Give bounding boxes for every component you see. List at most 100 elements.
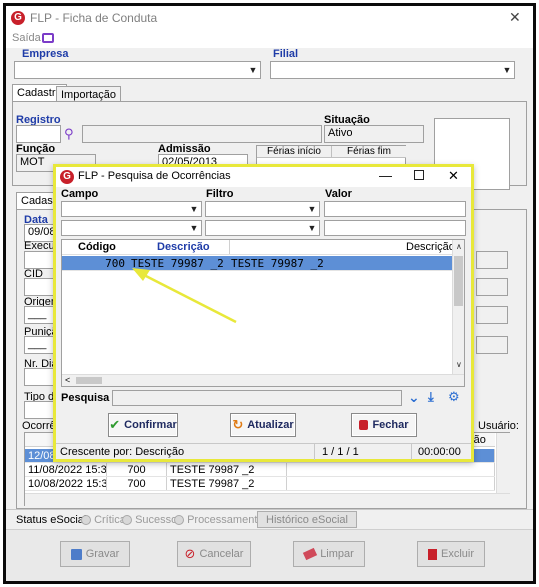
cancel-icon: ⊘ <box>184 546 196 561</box>
dialog-status-bar: Crescente por: Descrição 1 / 1 / 1 00:00… <box>56 443 471 460</box>
valor-label: Valor <box>325 188 352 200</box>
cancelar-button[interactable]: ⊘ Cancelar <box>177 541 251 567</box>
search-icon[interactable]: ⚲ <box>64 126 74 142</box>
time-status: 00:00:00 <box>418 446 461 458</box>
results-vscrollbar[interactable]: ∧ ∨ <box>452 240 464 374</box>
cell-descricao: TESTE 79987 _2 <box>167 463 287 476</box>
lock-icon <box>359 420 369 430</box>
window-title: FLP - Ficha de Conduta <box>30 11 158 25</box>
filial-select[interactable]: ▼ <box>270 61 515 79</box>
cell-descricao: TESTE 79987 _2 <box>131 257 224 270</box>
chevron-down-icon: ▼ <box>305 221 319 235</box>
excluir-button[interactable]: Excluir <box>417 541 485 567</box>
status-esocial-bar: Status eSocial: Crítica Sucesso Processa… <box>6 509 533 529</box>
column-divider <box>229 240 230 254</box>
maximize-icon[interactable] <box>414 170 424 180</box>
radio-processamento[interactable]: Processamento <box>174 514 264 526</box>
chevron-up-icon[interactable]: ∧ <box>456 242 462 251</box>
radio-critica[interactable]: Crítica <box>81 514 126 526</box>
grid-scrollbar[interactable] <box>496 433 510 493</box>
right-input-2 <box>476 278 508 296</box>
descricao-header[interactable]: Descrição <box>157 241 210 253</box>
cell-descricao2: TESTE 79987 _2 <box>231 257 324 270</box>
codigo-header[interactable]: Código <box>78 241 116 253</box>
monitor-icon[interactable] <box>42 33 54 43</box>
results-body: 700 TESTE 79987 _2 TESTE 79987 _2 <box>62 256 452 271</box>
pesquisa-ocorrencias-dialog: G FLP - Pesquisa de Ocorrências — ✕ Camp… <box>53 164 474 462</box>
filtro-select-1[interactable]: ▼ <box>205 201 320 217</box>
status-esocial-label: Status eSocial: <box>16 514 90 526</box>
cell-datetime: 10/08/2022 15:35: <box>25 477 107 490</box>
results-hscrollbar[interactable]: < <box>62 374 464 386</box>
check-icon: ✔ <box>109 417 121 432</box>
chevron-left-icon[interactable]: < <box>65 375 70 385</box>
results-grid: Código Descrição Descrição 700 TESTE 7998… <box>61 239 465 387</box>
settings-gear-icon[interactable]: ⚙ <box>448 389 460 405</box>
cell-codigo: 700 <box>107 477 167 490</box>
page-status: 1 / 1 / 1 <box>322 446 359 458</box>
cell-codigo: 700 <box>107 463 167 476</box>
scroll-thumb[interactable] <box>454 256 463 306</box>
fechar-button[interactable]: Fechar <box>351 413 417 437</box>
cell-descricao: TESTE 79987 _2 <box>167 477 287 490</box>
pesquisa-input[interactable] <box>112 390 402 406</box>
ferias-fim-header: Férias fim <box>332 146 406 158</box>
cell-datetime: 11/08/2022 15:35: <box>25 463 107 476</box>
dialog-title: FLP - Pesquisa de Ocorrências <box>78 170 231 182</box>
close-icon[interactable]: ✕ <box>509 9 521 26</box>
menu-bar: Saída <box>6 30 533 48</box>
valor-input-2[interactable] <box>324 220 466 236</box>
radio-sucesso[interactable]: Sucesso <box>122 514 177 526</box>
table-row[interactable]: 10/08/2022 15:35:700TESTE 79987 _2 <box>25 477 495 491</box>
last-record-icon[interactable]: ⤓ <box>428 389 434 405</box>
chevron-down-icon: ▼ <box>187 221 201 235</box>
grid-hscrollbar[interactable] <box>25 493 510 506</box>
right-input-3 <box>476 306 508 324</box>
hscroll-thumb[interactable] <box>76 377 102 384</box>
atualizar-button[interactable]: ↻ Atualizar <box>230 413 296 437</box>
right-input-1 <box>476 251 508 269</box>
status-divider <box>411 444 412 460</box>
chevron-down-icon: ▼ <box>187 202 201 216</box>
sort-status: Crescente por: Descrição <box>60 446 185 458</box>
ferias-inicio-header: Férias início <box>257 146 332 158</box>
results-header: Código Descrição Descrição <box>62 240 455 255</box>
right-input-4 <box>476 336 508 354</box>
confirmar-button[interactable]: ✔ Confirmar <box>108 413 178 437</box>
cell-empty <box>287 477 495 490</box>
valor-input-1[interactable] <box>324 201 466 217</box>
refresh-icon: ↻ <box>232 417 244 432</box>
chevron-down-icon[interactable]: ∨ <box>456 360 462 369</box>
cell-empty <box>287 463 495 476</box>
campo-select-1[interactable]: ▼ <box>61 201 202 217</box>
save-icon <box>70 548 82 560</box>
empresa-label: Empresa <box>22 48 69 60</box>
menu-saida[interactable]: Saída <box>12 32 41 44</box>
minimize-icon[interactable]: — <box>379 168 392 183</box>
empresa-select[interactable]: ▼ <box>14 61 261 79</box>
historico-esocial-button[interactable]: Histórico eSocial <box>257 511 357 528</box>
filtro-select-2[interactable]: ▼ <box>205 220 320 236</box>
campo-label: Campo <box>61 188 99 200</box>
chevron-down-icon: ▼ <box>305 202 319 216</box>
campo-select-2[interactable]: ▼ <box>61 220 202 236</box>
filtro-label: Filtro <box>206 188 234 200</box>
dialog-title-bar: G FLP - Pesquisa de Ocorrências — ✕ <box>56 167 471 187</box>
app-logo-icon: G <box>11 11 25 25</box>
result-row[interactable]: 700 TESTE 79987 _2 TESTE 79987 _2 <box>62 256 452 271</box>
double-chevron-down-icon[interactable]: ⌄ <box>408 389 420 406</box>
registro-input[interactable] <box>16 125 61 143</box>
filial-label: Filial <box>273 48 299 60</box>
usuario-label: Usuário: <box>478 420 519 432</box>
descricao2-header[interactable]: Descrição <box>406 241 455 253</box>
chevron-down-icon: ▼ <box>246 62 260 78</box>
close-icon[interactable]: ✕ <box>448 168 459 184</box>
limpar-button[interactable]: Limpar <box>293 541 365 567</box>
tab-importacao[interactable]: Importação <box>56 86 122 102</box>
pesquisa-label: Pesquisa <box>61 392 110 404</box>
table-row[interactable]: 11/08/2022 15:35:700TESTE 79987 _2 <box>25 463 495 477</box>
bottom-toolbar: Gravar ⊘ Cancelar Limpar Excluir <box>6 529 533 581</box>
status-divider <box>314 444 315 460</box>
gravar-button[interactable]: Gravar <box>60 541 130 567</box>
situacao-value: Ativo <box>324 125 424 143</box>
